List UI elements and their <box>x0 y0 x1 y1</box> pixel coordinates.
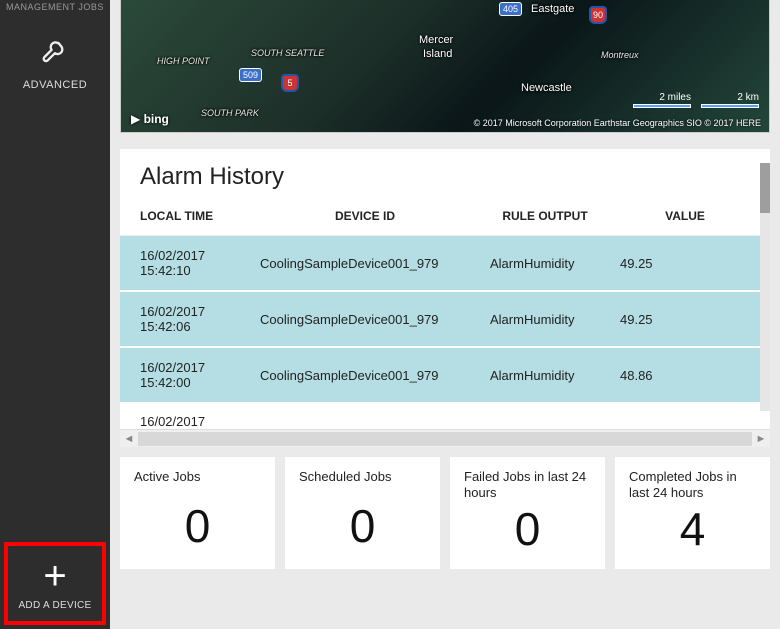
col-local-time[interactable]: LOCAL TIME <box>120 201 250 236</box>
cell-device-id: CoolingSampleDevice001_979 <box>250 291 480 347</box>
tile-title: Active Jobs <box>134 469 261 485</box>
scroll-right-arrow-icon[interactable]: ► <box>752 430 770 448</box>
table-row[interactable]: 16/02/201715:42:10 CoolingSampleDevice00… <box>120 236 760 292</box>
add-device-button[interactable]: + ADD A DEVICE <box>4 542 106 625</box>
map-scale-km: 2 km <box>701 92 759 108</box>
col-device-id[interactable]: DEVICE ID <box>250 201 480 236</box>
map-label-newcastle: Newcastle <box>521 82 572 94</box>
cell-device-id: CoolingSampleDevice001_979 <box>250 236 480 292</box>
sidebar-partial-label: MANAGEMENT JOBS <box>0 0 110 12</box>
table-row-partial[interactable]: 16/02/2017 <box>120 403 760 429</box>
map-scale-km-label: 2 km <box>737 92 759 103</box>
tile-value: 0 <box>299 499 426 553</box>
cell-value: 49.25 <box>610 236 760 292</box>
alarm-horizontal-scrollbar[interactable]: ◄ ► <box>120 429 770 447</box>
scroll-left-arrow-icon[interactable]: ◄ <box>120 430 138 448</box>
map-panel[interactable]: Eastgate 405 90 Mercer Island SOUTH SEAT… <box>120 0 770 133</box>
alarm-history-title: Alarm History <box>120 149 770 201</box>
map-label-montreux: Montreux <box>601 50 639 60</box>
cell-time: 16/02/201715:42:10 <box>120 236 250 292</box>
tile-title: Scheduled Jobs <box>299 469 426 485</box>
table-row[interactable]: 16/02/201715:42:06 CoolingSampleDevice00… <box>120 291 760 347</box>
sidebar: MANAGEMENT JOBS ADVANCED + ADD A DEVICE <box>0 0 110 629</box>
tile-active-jobs[interactable]: Active Jobs 0 <box>120 457 275 569</box>
col-rule-output[interactable]: RULE OUTPUT <box>480 201 610 236</box>
col-value[interactable]: VALUE <box>610 201 760 236</box>
map-label-mercer2: Island <box>423 48 452 60</box>
map-label-eastgate: Eastgate <box>531 3 574 15</box>
map-scale-miles-label: 2 miles <box>659 92 691 103</box>
cell-time: 16/02/201715:42:06 <box>120 291 250 347</box>
sidebar-item-advanced[interactable]: ADVANCED <box>0 12 110 105</box>
map-label-south-park: SOUTH PARK <box>201 108 259 118</box>
tile-title: Failed Jobs in last 24 hours <box>464 469 591 502</box>
tile-scheduled-jobs[interactable]: Scheduled Jobs 0 <box>285 457 440 569</box>
sidebar-spacer <box>0 105 110 538</box>
map-shield-405: 405 <box>499 2 522 16</box>
cell-device-id: CoolingSampleDevice001_979 <box>250 347 480 403</box>
tile-completed-jobs[interactable]: Completed Jobs in last 24 hours 4 <box>615 457 770 569</box>
map-labels: Eastgate 405 90 Mercer Island SOUTH SEAT… <box>121 0 769 132</box>
cell-time: 16/02/201715:42:00 <box>120 347 250 403</box>
main-content: Eastgate 405 90 Mercer Island SOUTH SEAT… <box>110 0 780 629</box>
cell-rule-output: AlarmHumidity <box>480 236 610 292</box>
scrollbar-thumb[interactable] <box>760 163 770 213</box>
bing-logo: ▶ bing <box>131 112 169 126</box>
map-scale-bars: 2 miles 2 km <box>633 92 759 108</box>
sidebar-item-label: ADVANCED <box>23 79 87 91</box>
map-shield-i5: 5 <box>281 74 299 92</box>
map-label-high-point: HIGH POINT <box>157 56 210 66</box>
alarm-history-panel: Alarm History LOCAL TIME DEVICE ID RULE … <box>120 149 770 447</box>
alarm-vertical-scrollbar[interactable] <box>760 163 770 411</box>
cell-rule-output: AlarmHumidity <box>480 291 610 347</box>
cell-value: 48.86 <box>610 347 760 403</box>
map-shield-509: 509 <box>239 68 262 82</box>
map-label-mercer1: Mercer <box>419 34 453 46</box>
cell-value: 49.25 <box>610 291 760 347</box>
tile-value: 4 <box>629 502 756 556</box>
alarm-history-table: LOCAL TIME DEVICE ID RULE OUTPUT VALUE 1… <box>120 201 760 429</box>
map-label-south-seattle: SOUTH SEATTLE <box>251 48 324 58</box>
scrollbar-thumb[interactable] <box>138 432 752 446</box>
map-scale-miles: 2 miles <box>633 92 691 108</box>
cell-rule-output: AlarmHumidity <box>480 347 610 403</box>
add-device-label: ADD A DEVICE <box>18 600 91 611</box>
cell-time: 16/02/2017 <box>120 403 250 429</box>
tile-failed-jobs[interactable]: Failed Jobs in last 24 hours 0 <box>450 457 605 569</box>
tile-value: 0 <box>134 499 261 553</box>
table-header-row: LOCAL TIME DEVICE ID RULE OUTPUT VALUE <box>120 201 760 236</box>
wrench-icon <box>41 36 69 69</box>
plus-icon: + <box>43 556 66 596</box>
job-tiles-row: Active Jobs 0 Scheduled Jobs 0 Failed Jo… <box>120 457 770 569</box>
tile-title: Completed Jobs in last 24 hours <box>629 469 756 502</box>
map-shield-i90: 90 <box>589 6 607 24</box>
tile-value: 0 <box>464 502 591 556</box>
map-attribution: © 2017 Microsoft Corporation Earthstar G… <box>474 118 761 128</box>
table-row[interactable]: 16/02/201715:42:00 CoolingSampleDevice00… <box>120 347 760 403</box>
